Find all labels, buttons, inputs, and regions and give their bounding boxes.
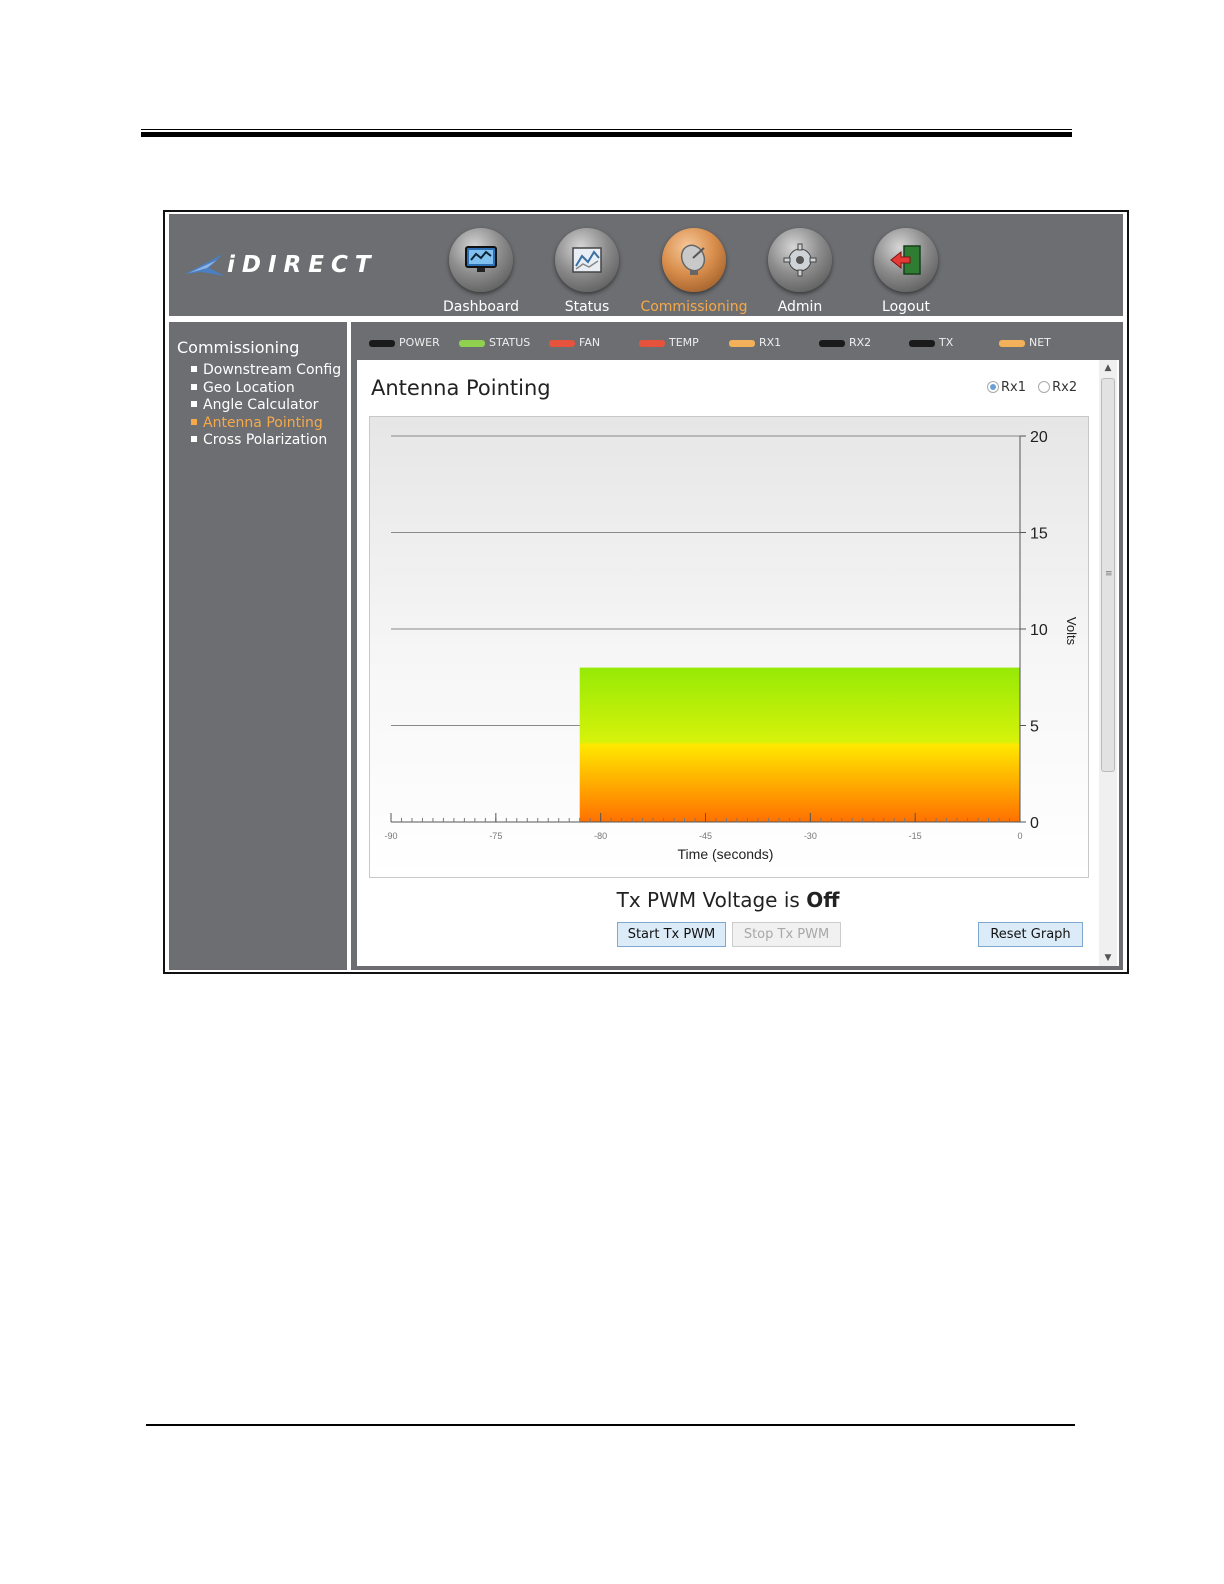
x-tick-label: -45 xyxy=(699,831,712,841)
y-tick-label: 0 xyxy=(1030,815,1039,832)
top-navigation-bar: iDIRECT Dashboard Status Commissioning A… xyxy=(169,214,1123,316)
x-axis-title: Time (seconds) xyxy=(678,846,774,862)
sidebar-item-antenna-pointing[interactable]: Antenna Pointing xyxy=(191,415,341,433)
app-screenshot-frame: iDIRECT Dashboard Status Commissioning A… xyxy=(163,210,1129,974)
header-rule xyxy=(141,129,1072,138)
logo-swoosh-icon xyxy=(185,254,225,276)
page-title: Antenna Pointing xyxy=(371,376,551,400)
bullet-icon xyxy=(191,366,197,372)
gear-icon xyxy=(768,228,832,292)
pwm-status-text: Tx PWM Voltage is Off xyxy=(357,888,1099,912)
grip-icon: ≡ xyxy=(1105,569,1113,579)
radio-selected-icon xyxy=(987,381,999,393)
led-label: RX1 xyxy=(759,336,782,349)
bullet-icon xyxy=(191,383,197,390)
led-power: POWER xyxy=(369,334,469,354)
sidebar-item-label: Downstream Config xyxy=(203,362,342,378)
led-label: NET xyxy=(1029,336,1051,349)
led-label: TX xyxy=(939,336,954,349)
led-tx: TX xyxy=(909,334,1009,354)
idirect-logo: iDIRECT xyxy=(183,248,383,288)
y-tick-label: 15 xyxy=(1030,526,1048,543)
sidebar: Commissioning Downstream Config Geo Loca… xyxy=(169,322,347,970)
radio-rx2[interactable]: Rx2 xyxy=(1038,380,1077,395)
voltage-area xyxy=(579,667,1020,822)
bullet-icon xyxy=(191,436,197,442)
led-label: FAN xyxy=(579,336,601,349)
sidebar-item-geo-location[interactable]: Geo Location xyxy=(191,380,341,398)
receiver-selector: Rx1 Rx2 xyxy=(987,380,1085,395)
x-tick-label: 0 xyxy=(1017,831,1022,841)
sidebar-item-label: Antenna Pointing xyxy=(203,414,323,431)
logout-door-icon xyxy=(874,228,938,292)
led-indicator-icon xyxy=(549,340,575,347)
footer-rule xyxy=(146,1424,1075,1426)
led-label: POWER xyxy=(399,336,440,349)
led-fan: FAN xyxy=(549,334,649,354)
voltage-chart: -90 -75 -80 -45 -30 -15 0 0 5 10 15 20 Time (seconds… xyxy=(369,416,1089,878)
line-graph-icon xyxy=(555,228,619,292)
led-indicator-icon xyxy=(729,340,755,347)
x-tick-label: -90 xyxy=(384,831,397,841)
y-axis-title: Volts xyxy=(1064,617,1079,646)
radio-unselected-icon xyxy=(1038,381,1051,393)
logo-text: iDIRECT xyxy=(227,252,378,278)
led-label: STATUS xyxy=(489,336,531,349)
scroll-up-arrow-icon[interactable]: ▲ xyxy=(1099,360,1117,376)
sidebar-item-angle-calculator[interactable]: Angle Calculator xyxy=(191,397,341,415)
scroll-down-arrow-icon[interactable]: ▼ xyxy=(1099,950,1117,966)
led-rx1: RX1 xyxy=(729,334,829,354)
led-indicator-icon xyxy=(459,340,485,347)
x-tick-label: -15 xyxy=(909,831,922,841)
led-label: RX2 xyxy=(849,336,872,349)
sidebar-menu: Downstream Config Geo Location Angle Cal… xyxy=(191,362,341,450)
reset-graph-button[interactable]: Reset Graph xyxy=(978,922,1083,947)
sidebar-title: Commissioning xyxy=(177,338,300,357)
led-rx2: RX2 xyxy=(819,334,919,354)
x-tick-label: -80 xyxy=(594,831,607,841)
start-tx-pwm-button[interactable]: Start Tx PWM xyxy=(617,922,726,947)
led-status: STATUS xyxy=(459,334,559,354)
sidebar-item-label: Angle Calculator xyxy=(203,397,319,413)
radio-label: Rx2 xyxy=(1052,380,1078,395)
nav-logout[interactable]: Logout xyxy=(841,224,971,315)
led-indicator-icon xyxy=(999,340,1025,347)
pwm-status-prefix: Tx PWM Voltage is xyxy=(616,888,800,912)
sidebar-item-label: Cross Polarization xyxy=(203,432,328,448)
antenna-pointing-panel: Antenna Pointing Rx1 Rx2 -90 -75 -80 -45 -30… xyxy=(357,360,1119,966)
led-indicator-icon xyxy=(369,340,395,347)
y-tick-label: 10 xyxy=(1030,622,1048,639)
stop-tx-pwm-button[interactable]: Stop Tx PWM xyxy=(732,922,841,947)
sidebar-item-downstream-config[interactable]: Downstream Config xyxy=(191,362,341,380)
led-net: NET xyxy=(999,334,1099,354)
led-indicator-icon xyxy=(909,340,935,347)
sidebar-item-label: Geo Location xyxy=(203,379,295,396)
monitor-icon xyxy=(449,228,513,292)
bullet-icon xyxy=(191,401,197,407)
x-tick-label: -75 xyxy=(489,831,502,841)
radio-label: Rx1 xyxy=(1001,380,1026,395)
voltage-chart-svg: -90 -75 -80 -45 -30 -15 00 5 10 15 20 Time (seconds… xyxy=(384,429,1079,862)
x-tick-label: -30 xyxy=(804,831,817,841)
vertical-scrollbar[interactable]: ▲ ≡ ▼ xyxy=(1099,360,1117,966)
bullet-icon xyxy=(191,418,197,425)
radio-rx1[interactable]: Rx1 xyxy=(987,380,1026,395)
scrollbar-thumb[interactable]: ≡ xyxy=(1101,378,1115,772)
pwm-status-value: Off xyxy=(806,888,840,912)
y-tick-label: 5 xyxy=(1030,719,1039,736)
nav-logout-label: Logout xyxy=(882,299,930,315)
led-temp: TEMP xyxy=(639,334,739,354)
led-indicator-icon xyxy=(819,340,845,347)
led-indicator-icon xyxy=(639,340,665,347)
led-label: TEMP xyxy=(669,336,699,349)
satellite-dish-icon xyxy=(662,228,726,292)
y-tick-label: 20 xyxy=(1030,429,1048,446)
sidebar-item-cross-polarization[interactable]: Cross Polarization xyxy=(191,432,341,450)
